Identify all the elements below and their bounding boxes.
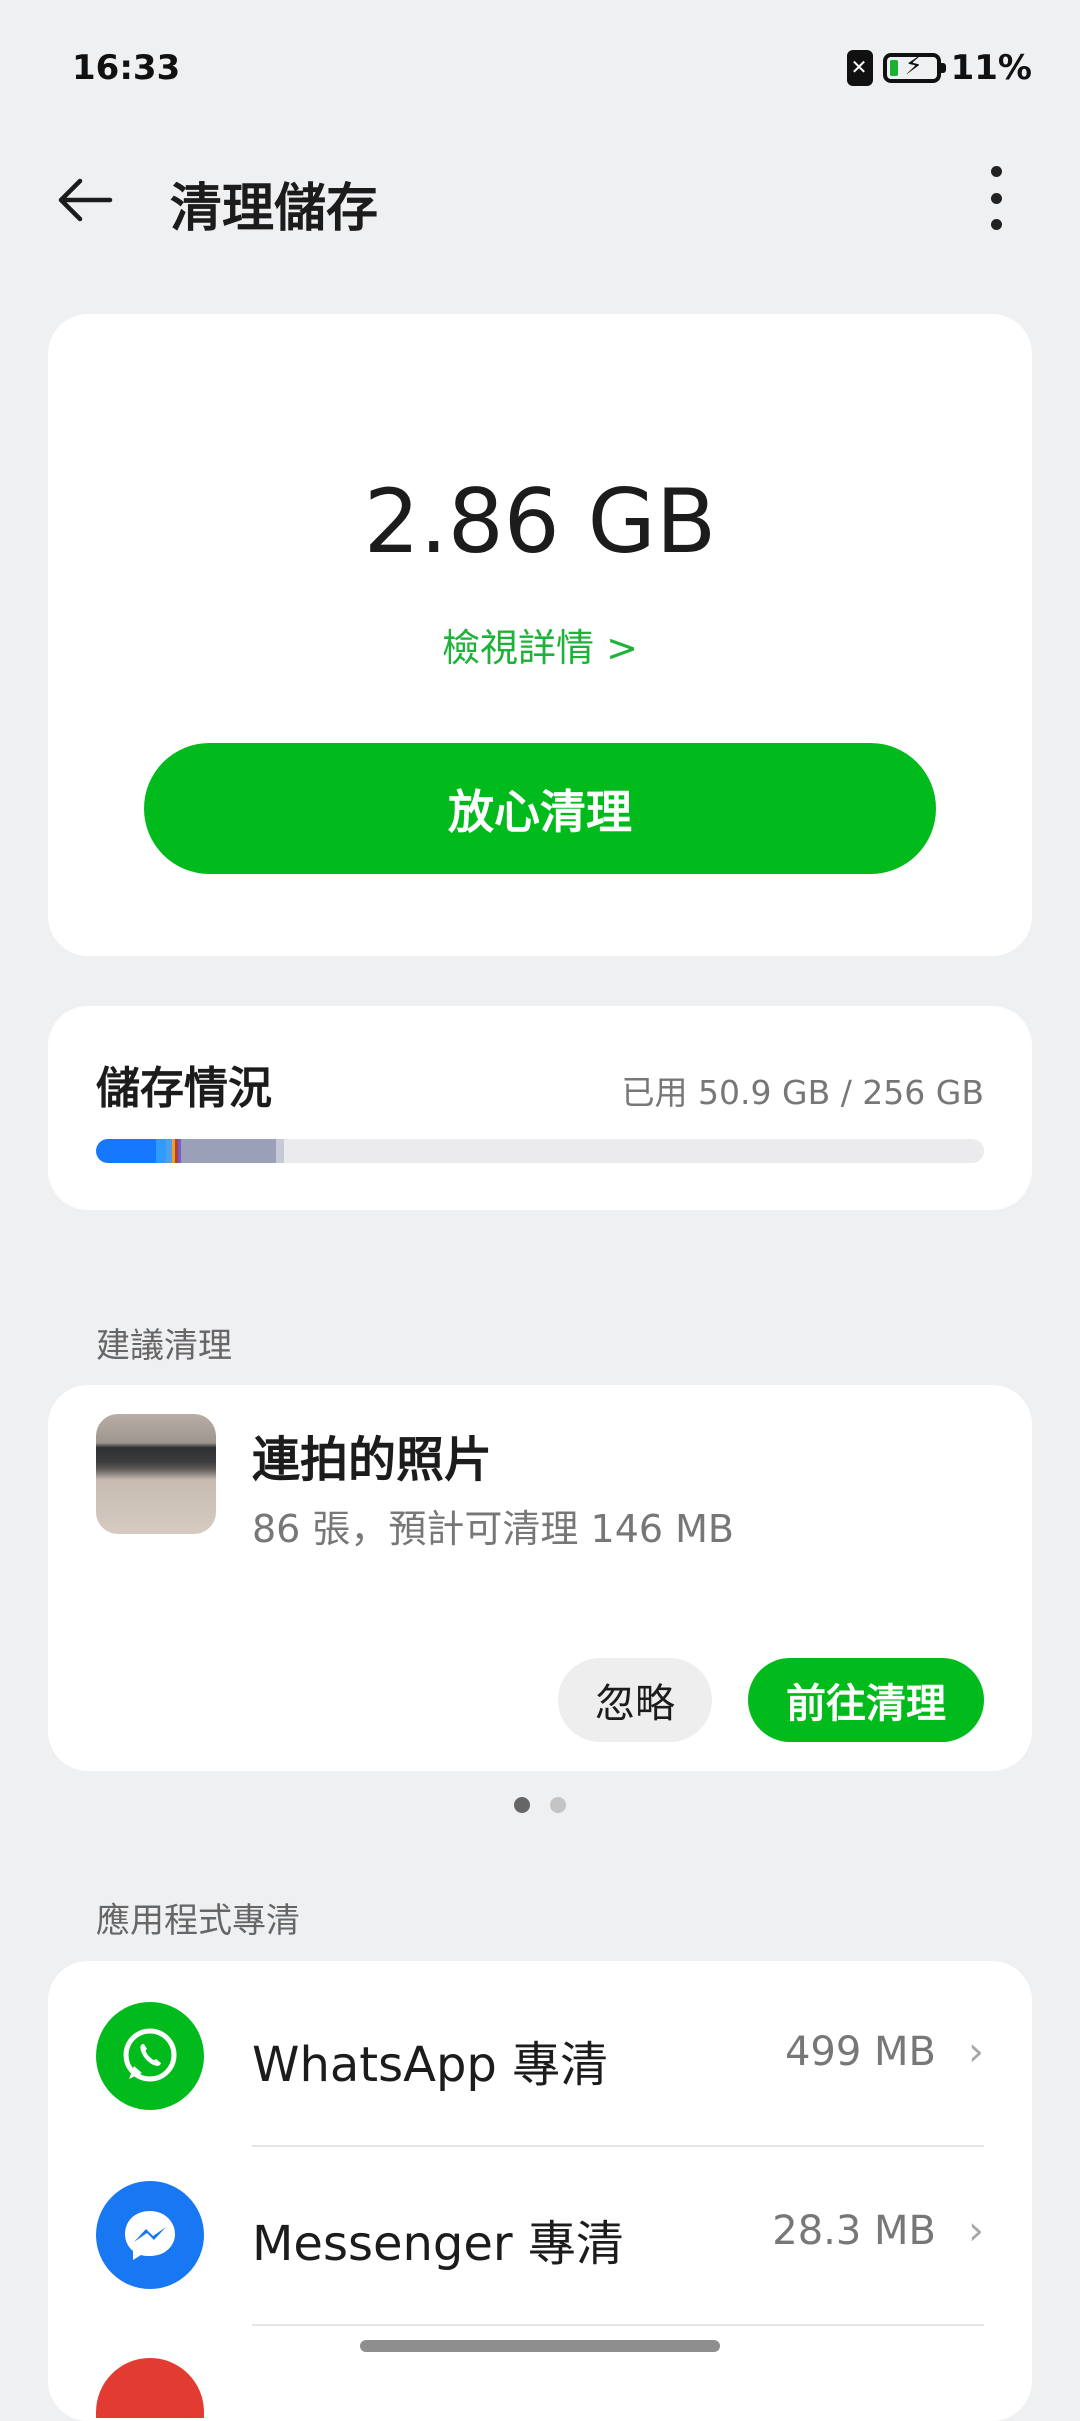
chevron-right-icon: › (968, 2029, 984, 2075)
storage-usage: 已用 50.9 GB / 256 GB (621, 1073, 984, 1112)
app-name: WhatsApp 專清 (252, 2037, 609, 2093)
view-details-link[interactable]: 檢視詳情 > (0, 617, 1080, 672)
storage-title: 儲存情況 (96, 1063, 272, 1114)
battery-percent: 11% (950, 48, 1032, 88)
app-size: 499 MB (784, 2029, 936, 2075)
app-size: 28.3 MB (772, 2208, 936, 2254)
home-indicator[interactable] (360, 2340, 720, 2352)
app-name: Messenger 專清 (252, 2216, 624, 2272)
suggestion-title: 連拍的照片 (252, 1432, 493, 1488)
ignore-button[interactable]: 忽略 (558, 1658, 712, 1742)
go-clean-button[interactable]: 前往清理 (748, 1658, 984, 1742)
suggestion-description: 86 張，預計可清理 146 MB (252, 1507, 734, 1551)
suggestions-section-label: 建議清理 (96, 1326, 232, 1366)
burst-photo-thumbnail (96, 1414, 216, 1534)
storage-usage-bar (96, 1139, 984, 1163)
battery-charging-icon: ⚡ (882, 51, 946, 83)
app-row-messenger[interactable]: Messenger 專清 28.3 MB › (48, 2146, 1032, 2324)
clean-button[interactable]: 放心清理 (144, 743, 936, 874)
status-icons: ⚡ 11% (846, 48, 1032, 88)
more-vertical-icon[interactable] (978, 166, 1014, 230)
app-row-whatsapp[interactable]: WhatsApp 專清 499 MB › (48, 1967, 1032, 2145)
page-title: 清理儲存 (170, 179, 379, 239)
page-indicator-dot-active (514, 1797, 530, 1813)
apps-section-label: 應用程式專清 (96, 1901, 300, 1941)
page-indicator-dot (550, 1797, 566, 1813)
row-divider (252, 2324, 984, 2326)
cleanable-size: 2.86 GB (363, 470, 717, 573)
status-time: 16:33 (72, 48, 181, 88)
back-arrow-icon[interactable] (54, 168, 118, 232)
chevron-right-icon: › (968, 2208, 984, 2254)
whatsapp-icon (96, 2002, 204, 2110)
messenger-icon (96, 2181, 204, 2289)
no-sim-icon (846, 50, 873, 86)
